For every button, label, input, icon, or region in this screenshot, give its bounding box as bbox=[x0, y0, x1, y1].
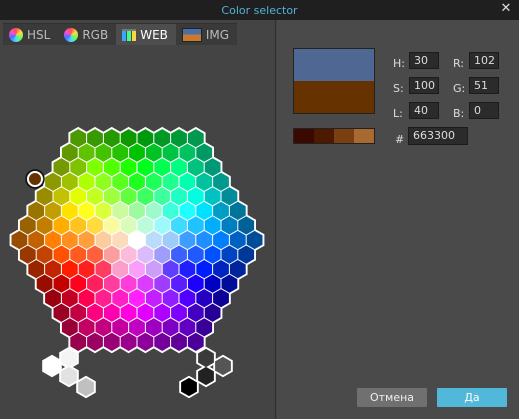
color-wheel-icon bbox=[9, 27, 23, 42]
shade-swatch[interactable] bbox=[334, 129, 354, 143]
web-color-hex-palette[interactable] bbox=[0, 20, 276, 419]
green-label: G: bbox=[453, 82, 466, 95]
green-field[interactable]: 51 bbox=[469, 77, 499, 94]
red-field[interactable]: 102 bbox=[469, 52, 499, 69]
close-icon[interactable]: ✕ bbox=[499, 2, 513, 16]
color-preview bbox=[293, 48, 375, 114]
hex-input[interactable]: 663300 bbox=[408, 127, 468, 145]
selected-color-marker bbox=[27, 171, 43, 187]
current-color-preview bbox=[294, 81, 374, 113]
shade-swatch[interactable] bbox=[294, 129, 314, 143]
hue-field[interactable]: 30 bbox=[409, 52, 439, 69]
tab-web[interactable]: WEB bbox=[116, 23, 176, 45]
tab-web-label: WEB bbox=[140, 27, 168, 42]
image-icon bbox=[181, 27, 202, 42]
rgb-wheel-icon bbox=[64, 27, 79, 42]
saturation-label: S: bbox=[393, 82, 404, 95]
mode-tabs: HSL RGB WEB IMG bbox=[3, 23, 238, 45]
shade-swatches bbox=[293, 128, 375, 144]
shade-swatch[interactable] bbox=[354, 129, 374, 143]
blue-label: B: bbox=[453, 107, 465, 120]
web-grid-icon bbox=[122, 28, 137, 41]
cancel-button[interactable]: Отмена bbox=[357, 388, 427, 407]
hex-label: # bbox=[395, 133, 405, 146]
lightness-field[interactable]: 40 bbox=[409, 102, 439, 119]
title-bar: Color selector ✕ bbox=[0, 0, 519, 20]
hue-label: H: bbox=[393, 57, 405, 70]
dialog-title: Color selector bbox=[221, 3, 298, 17]
red-label: R: bbox=[453, 57, 465, 70]
blue-field[interactable]: 0 bbox=[469, 102, 499, 119]
lightness-label: L: bbox=[393, 107, 403, 120]
tab-img[interactable]: IMG bbox=[175, 23, 238, 45]
tab-rgb-label: RGB bbox=[82, 27, 109, 42]
tab-hsl[interactable]: HSL bbox=[3, 23, 59, 45]
saturation-field[interactable]: 100 bbox=[409, 77, 439, 94]
ok-button[interactable]: Да bbox=[437, 388, 507, 407]
shade-swatch[interactable] bbox=[314, 129, 334, 143]
tab-rgb[interactable]: RGB bbox=[58, 23, 117, 45]
new-color-preview bbox=[294, 49, 374, 81]
palette-pane: HSL RGB WEB IMG bbox=[0, 20, 276, 419]
color-values-pane: H: 30 S: 100 L: 40 R: 102 G: 51 B: 0 # 6… bbox=[277, 20, 519, 419]
tab-img-label: IMG bbox=[205, 27, 230, 42]
color-selector-dialog: Color selector ✕ HSL RGB WEB IMG H: 30 S… bbox=[0, 0, 519, 419]
tab-hsl-label: HSL bbox=[27, 27, 51, 42]
